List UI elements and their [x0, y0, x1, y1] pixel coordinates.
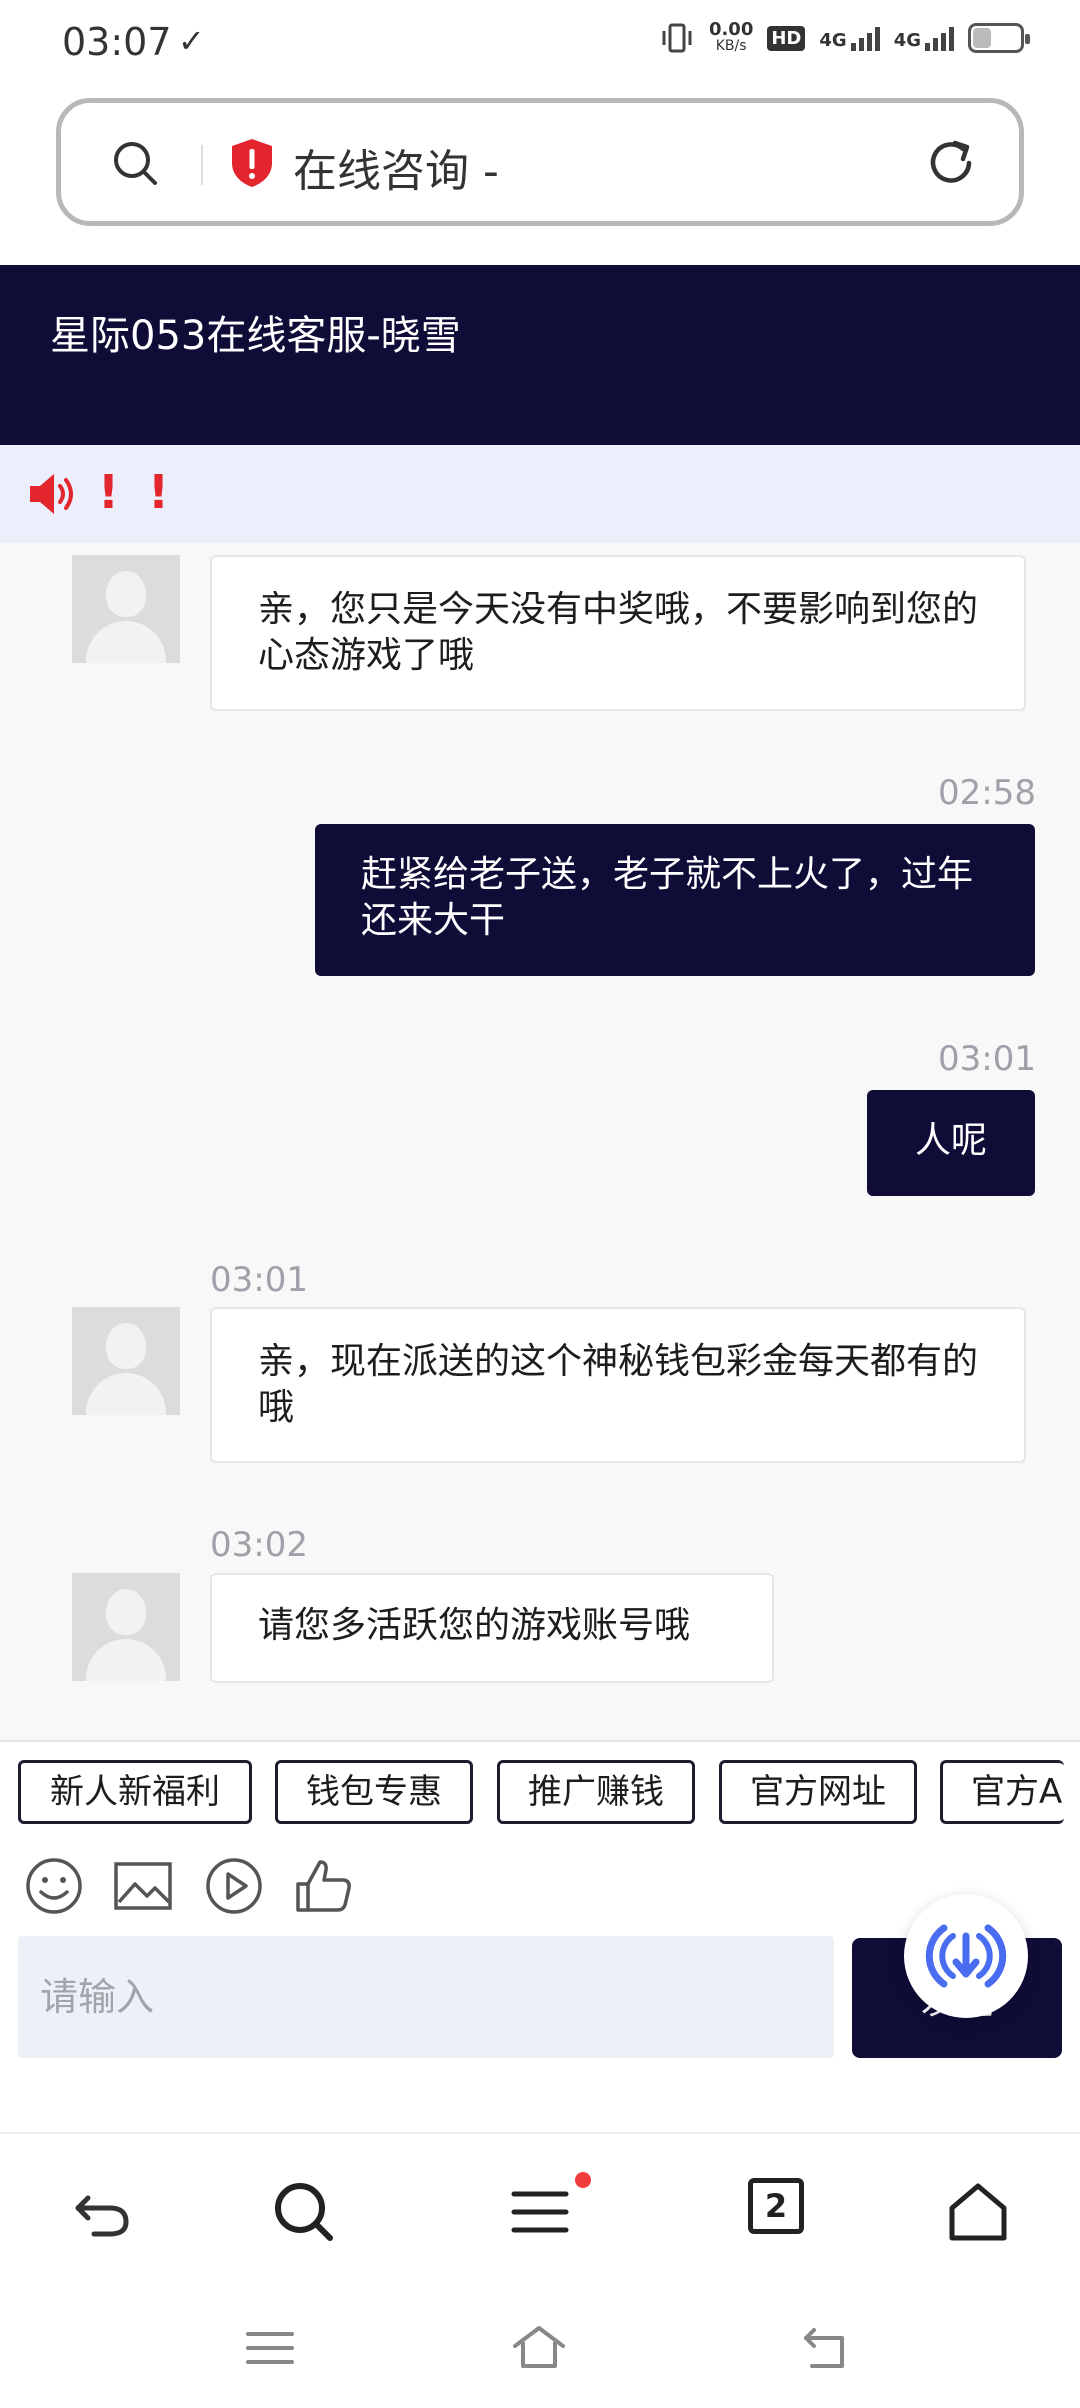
- quick-reply-chip[interactable]: 官方网址: [719, 1760, 917, 1824]
- sim2-label: 4G: [893, 30, 921, 51]
- video-icon[interactable]: [204, 1856, 264, 1916]
- message-bubble-incoming: 亲，现在派送的这个神秘钱包彩金每天都有的哦: [210, 1307, 1026, 1463]
- recent-apps-icon[interactable]: [242, 2320, 298, 2376]
- address-bar[interactable]: 在线咨询 -: [56, 98, 1024, 226]
- browser-bottom-nav: 2: [0, 2132, 1080, 2292]
- status-bar: 03:07 ✓ 0.00 KB/s HD 4G 4G: [0, 0, 1080, 90]
- quick-reply-bar[interactable]: 新人新福利 钱包专惠 推广赚钱 官方网址 官方A: [0, 1740, 1080, 1836]
- status-time: 03:07: [62, 20, 172, 64]
- home-icon[interactable]: [944, 2178, 1012, 2246]
- signal-sim2: 4G: [894, 25, 954, 51]
- agent-avatar: [72, 555, 180, 663]
- notification-dot: [575, 2172, 591, 2188]
- battery-icon: [968, 23, 1030, 53]
- announcement-bar[interactable]: ! !: [0, 445, 1080, 543]
- exclamation-mark: !: [98, 465, 119, 519]
- security-warning-shield-icon[interactable]: [229, 137, 275, 189]
- emoji-icon[interactable]: [24, 1856, 84, 1916]
- back-icon[interactable]: [68, 2178, 136, 2246]
- agent-avatar: [72, 1573, 180, 1681]
- message-bubble-incoming: 亲，您只是今天没有中奖哦，不要影响到您的心态游戏了哦: [210, 555, 1026, 711]
- message-bubble-incoming: 请您多活跃您的游戏账号哦: [210, 1573, 774, 1683]
- message-bubble-outgoing: 人呢: [867, 1090, 1035, 1196]
- message-time: 03:01: [938, 1039, 1036, 1079]
- exclamation-mark: !: [148, 465, 169, 519]
- hd-badge: HD: [767, 25, 806, 51]
- status-indicators: 0.00 KB/s HD 4G 4G: [659, 19, 1030, 55]
- search-icon[interactable]: [111, 139, 159, 187]
- thumbs-up-icon[interactable]: [294, 1856, 354, 1916]
- search-icon[interactable]: [270, 2178, 338, 2246]
- net-speed-unit: KB/s: [715, 38, 747, 54]
- message-bubble-outgoing: 赶紧给老子送，老子就不上火了，过年还来大干: [315, 824, 1035, 976]
- message-time: 03:01: [210, 1260, 308, 1300]
- back-icon[interactable]: [798, 2320, 854, 2376]
- message-time: 02:58: [938, 773, 1036, 813]
- download-done-icon: ✓: [178, 22, 205, 60]
- vibrate-icon: [662, 23, 692, 53]
- menu-icon[interactable]: [506, 2178, 574, 2246]
- signal-bars-icon: [925, 25, 954, 51]
- quick-reply-chip[interactable]: 钱包专惠: [275, 1760, 473, 1824]
- page-title[interactable]: 在线咨询 -: [293, 135, 499, 199]
- chat-header: 星际053在线客服-晓雪: [0, 265, 1080, 445]
- signal-bars-icon: [850, 25, 880, 51]
- battery-level: [973, 28, 991, 48]
- signal-sim1: 4G: [819, 25, 880, 51]
- message-input[interactable]: [18, 1936, 834, 2058]
- composer: 发送: [0, 1894, 1080, 2136]
- home-icon[interactable]: [511, 2320, 567, 2376]
- net-speed-value: 0.00: [708, 19, 754, 40]
- quick-reply-chip[interactable]: 官方A: [940, 1760, 1064, 1824]
- address-divider: [201, 145, 203, 185]
- net-speed: 0.00 KB/s: [708, 19, 754, 55]
- message-time: 03:02: [210, 1525, 308, 1565]
- image-icon[interactable]: [113, 1856, 173, 1916]
- quick-reply-chip[interactable]: 新人新福利: [18, 1760, 252, 1824]
- reload-icon[interactable]: [925, 137, 977, 189]
- chat-messages[interactable]: 亲，您只是今天没有中奖哦，不要影响到您的心态游戏了哦 02:58 赶紧给老子送，…: [0, 543, 1080, 1740]
- agent-avatar: [72, 1307, 180, 1415]
- download-fab[interactable]: [904, 1894, 1028, 2018]
- system-navigation-bar: [0, 2292, 1080, 2408]
- sim1-label: 4G: [819, 30, 847, 51]
- speaker-icon: [30, 474, 73, 514]
- download-icon: [916, 1906, 1016, 2006]
- tabs-button[interactable]: 2: [748, 2178, 804, 2234]
- chat-title: 星际053在线客服-晓雪: [50, 313, 461, 359]
- quick-reply-chip[interactable]: 推广赚钱: [497, 1760, 695, 1824]
